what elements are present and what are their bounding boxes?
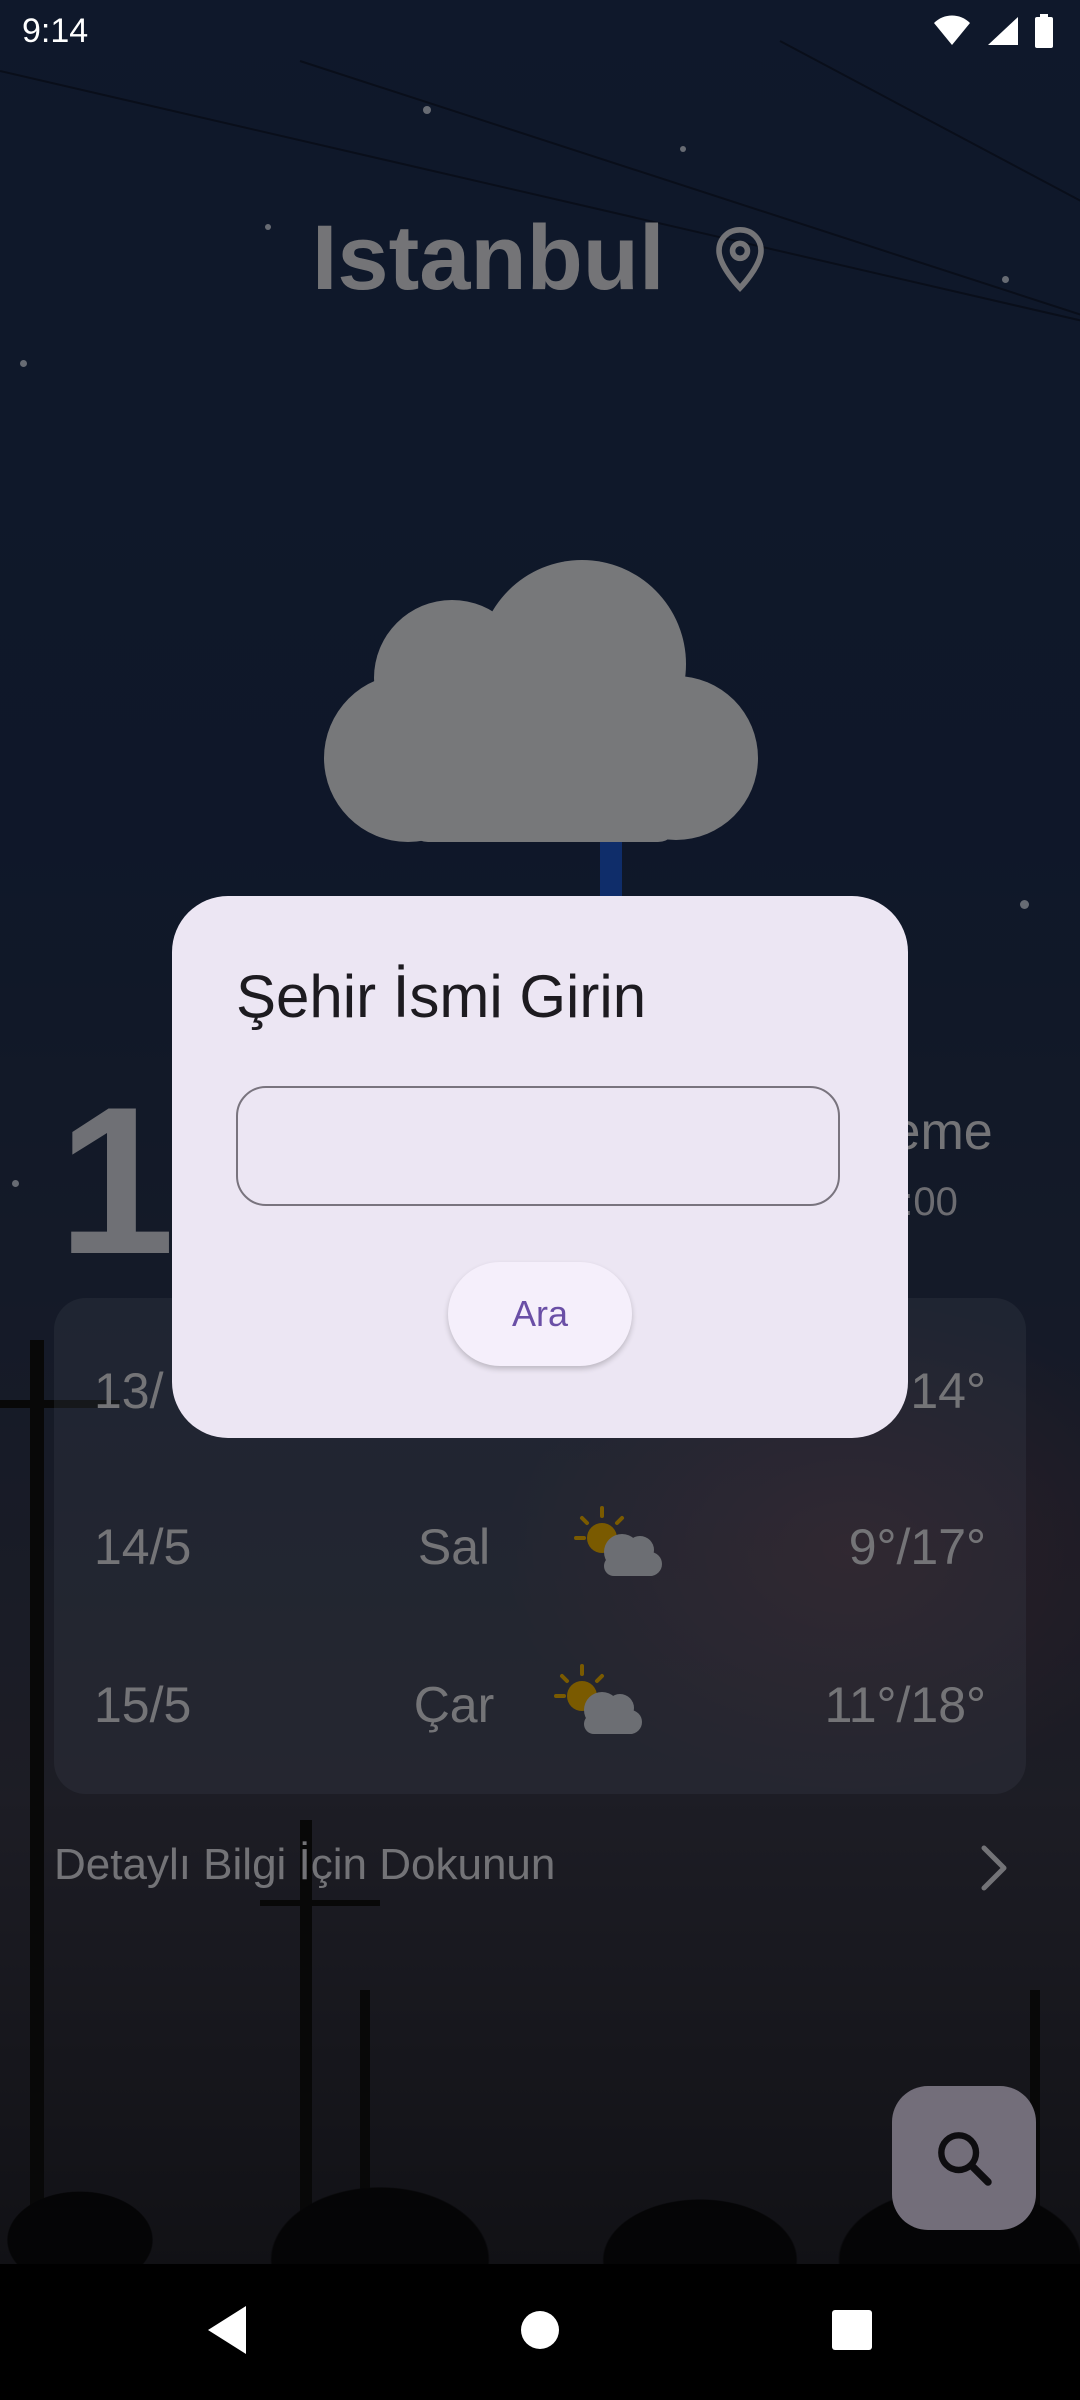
back-icon[interactable] <box>202 2302 252 2358</box>
dialog-title: Şehir İsmi Girin <box>236 963 647 1030</box>
city-search-dialog: Şehir İsmi Girin Ara <box>172 896 908 1438</box>
signal-icon <box>988 17 1018 45</box>
search-button[interactable]: Ara <box>448 1262 632 1366</box>
status-bar: 9:14 <box>0 0 1080 64</box>
home-icon[interactable] <box>518 2302 562 2358</box>
status-time: 9:14 <box>22 12 89 50</box>
battery-icon <box>1035 14 1053 48</box>
wifi-icon <box>934 15 970 45</box>
recents-icon[interactable] <box>830 2302 874 2358</box>
city-name-input[interactable] <box>236 1086 840 1206</box>
navigation-bar <box>0 2264 1080 2400</box>
status-icons <box>932 14 1054 48</box>
